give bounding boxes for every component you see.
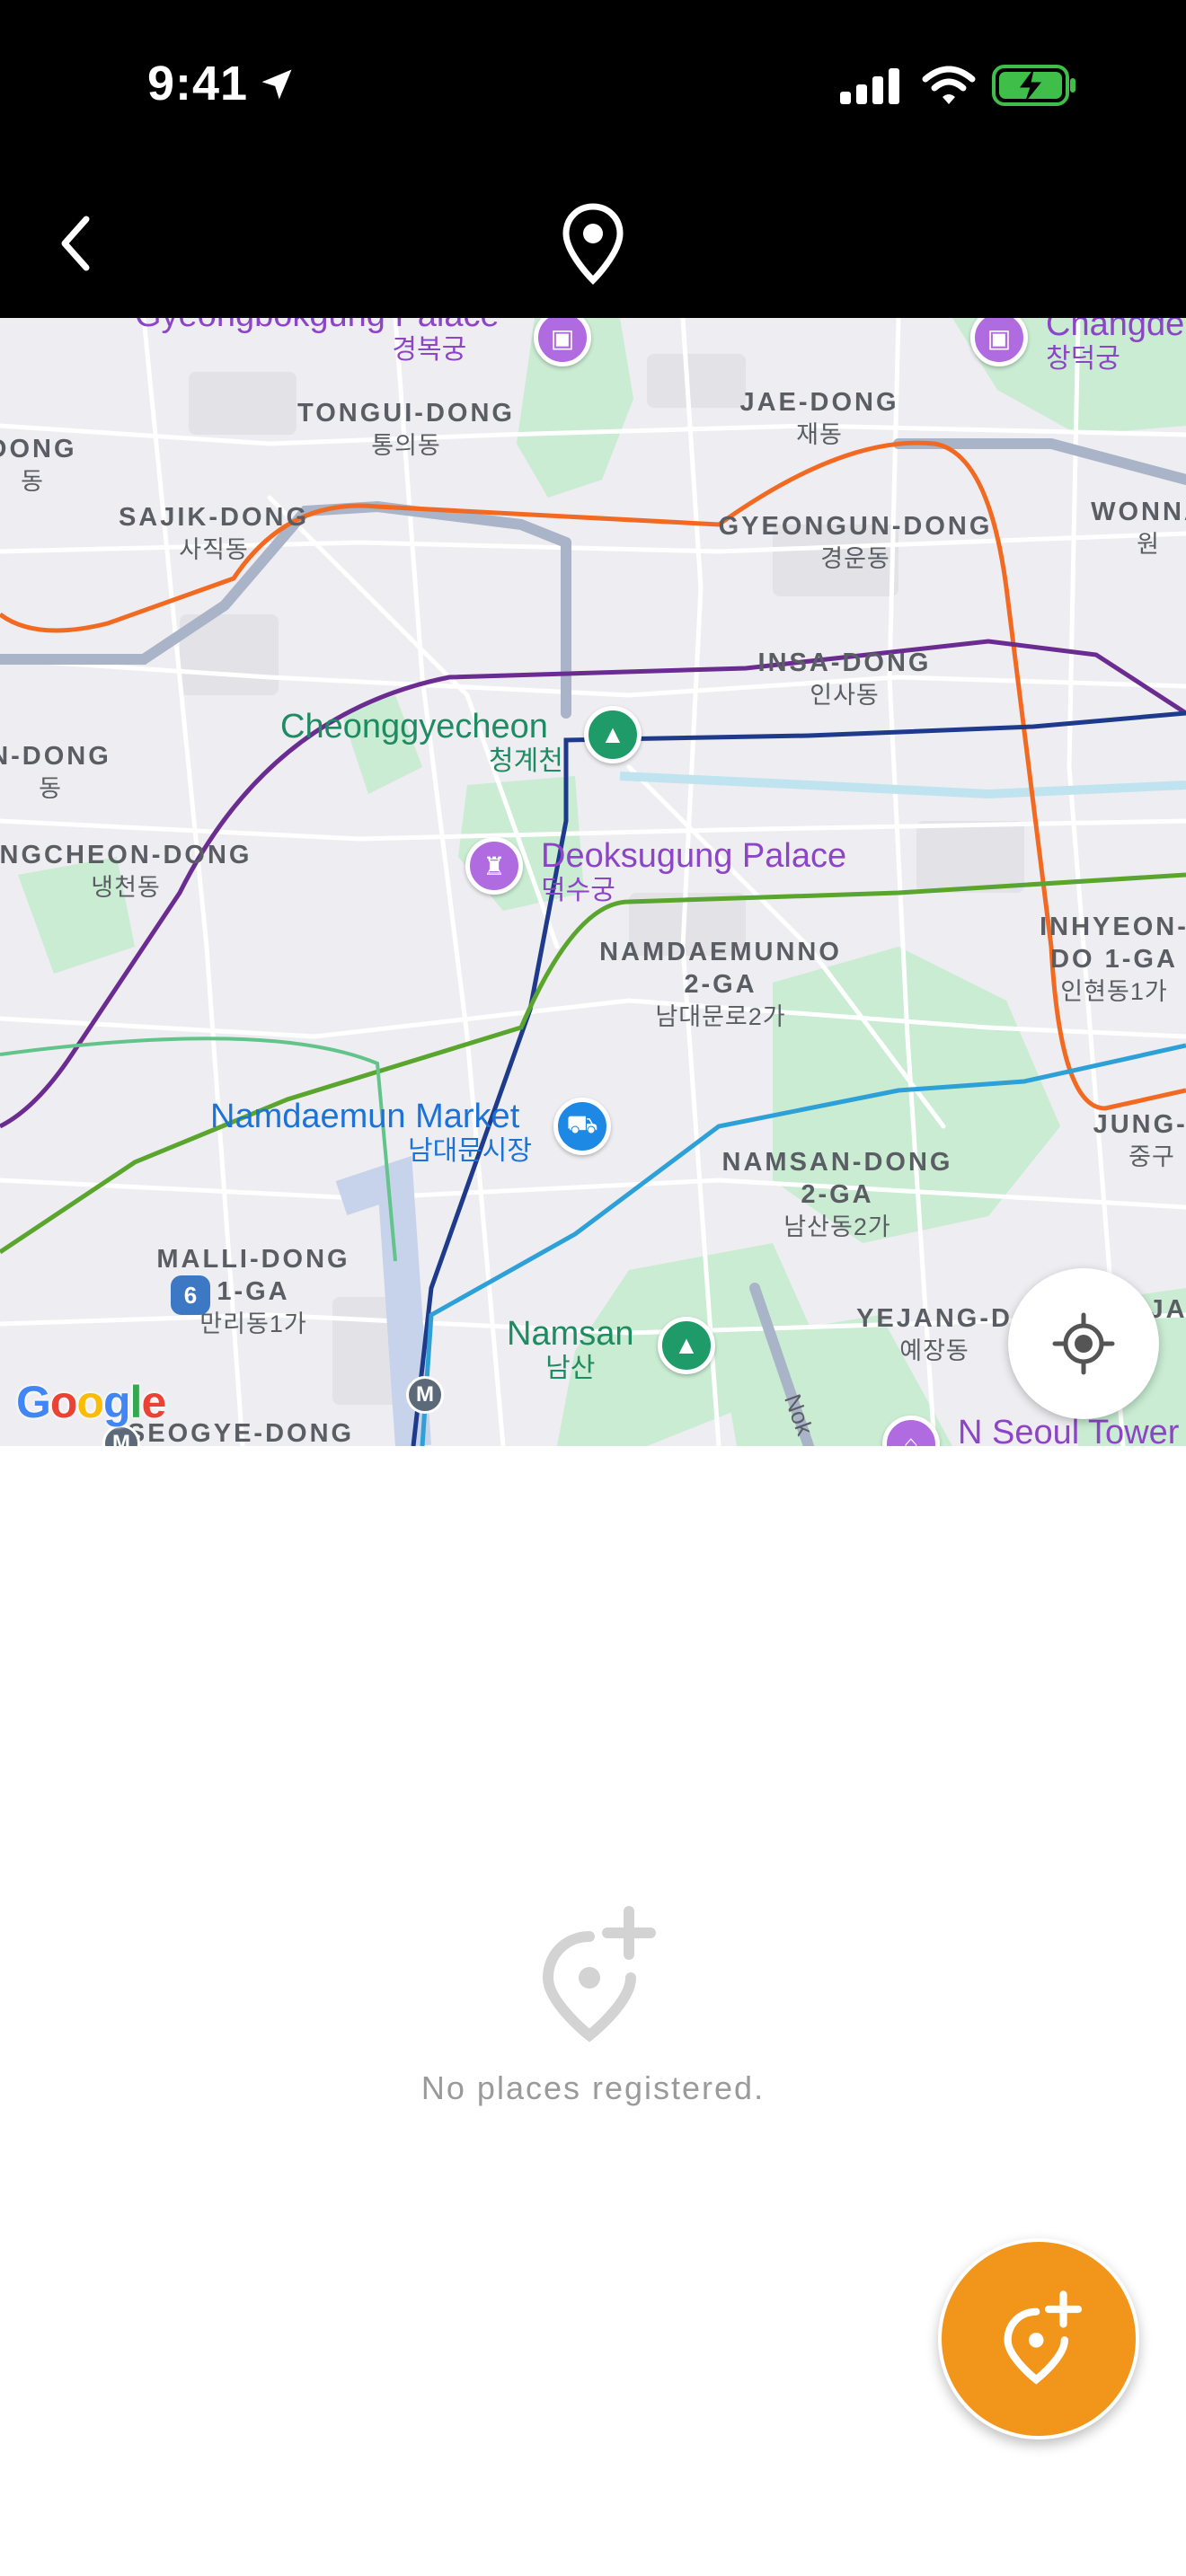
- poi-label[interactable]: Cheonggyecheon 청계천: [280, 708, 563, 778]
- shopping-pin-icon[interactable]: ⛟: [553, 1098, 611, 1155]
- map-view[interactable]: TONGUI-DONG 통의동 JAE-DONG 재동 SAJIK-DONG 사직동 …: [0, 318, 1186, 1446]
- location-arrow-icon: [261, 69, 292, 100]
- district-label: NAMDAEMUNNO 2-GA 남대문로2가: [599, 938, 842, 1030]
- district-label: NGCHEON-DONG 냉천동: [0, 841, 252, 901]
- district-label: TONGUI-DONG 통의동: [297, 399, 515, 459]
- poi-label[interactable]: Deoksugung Palace 덕수궁: [541, 837, 846, 907]
- my-location-button[interactable]: [1008, 1268, 1159, 1419]
- poi-label[interactable]: Gyeongbokgung Palace경복궁: [135, 318, 500, 366]
- add-place-button[interactable]: [938, 2238, 1139, 2439]
- district-label: NAMSAN-DONG 2-GA 남산동2가: [721, 1148, 953, 1240]
- poi-label[interactable]: Namdaemun Market 남대문시장: [210, 1098, 532, 1168]
- wifi-icon: [922, 66, 976, 104]
- map-pin-plus-icon: [1004, 2290, 1083, 2385]
- mountain-pin-icon[interactable]: ▲: [658, 1317, 715, 1374]
- district-label: YEJANG-D 예장동: [856, 1304, 1013, 1364]
- cellular-signal-icon: [840, 68, 899, 104]
- district-label: INHYEON-DO 1-GA 인현동1가: [1040, 913, 1186, 1005]
- poi-label[interactable]: Namsan 남산: [507, 1315, 634, 1385]
- map-pin-plus-icon: [542, 1906, 656, 2042]
- google-logo: Google: [16, 1377, 166, 1427]
- nav-bar: [0, 171, 1186, 318]
- district-label: N-DONG 동: [0, 742, 111, 802]
- metro-station-icon[interactable]: M: [406, 1376, 444, 1414]
- district-label: SAJIK-DONG 사직동: [118, 503, 310, 563]
- district-label: JAE-DONG 재동: [739, 388, 899, 448]
- palace-pin-icon[interactable]: ♜: [465, 837, 523, 895]
- crosshair-icon: [1052, 1312, 1115, 1375]
- district-label: INSA-DONG 인사동: [757, 648, 932, 709]
- district-label: GYEONGUN-DONG 경운동: [718, 512, 993, 572]
- poi-label[interactable]: Changde 창덕궁: [1046, 318, 1184, 375]
- empty-state-message: No places registered.: [420, 2069, 766, 2106]
- back-button[interactable]: [54, 212, 99, 275]
- empty-state: [0, 1904, 1186, 2052]
- status-bar: 9:41: [0, 0, 1186, 171]
- district-label: JUNG-G중구: [1093, 1110, 1186, 1170]
- status-time: 9:41: [147, 57, 249, 110]
- map-pin-icon: [562, 203, 624, 285]
- park-pin-icon[interactable]: ▲: [584, 706, 642, 763]
- district-label: WONNA원: [1091, 498, 1186, 558]
- district-label: DONG동: [0, 435, 77, 495]
- poi-label[interactable]: N Seoul Tower: [958, 1414, 1179, 1446]
- battery-icon: [992, 65, 1075, 106]
- route-badge: 6: [171, 1275, 210, 1315]
